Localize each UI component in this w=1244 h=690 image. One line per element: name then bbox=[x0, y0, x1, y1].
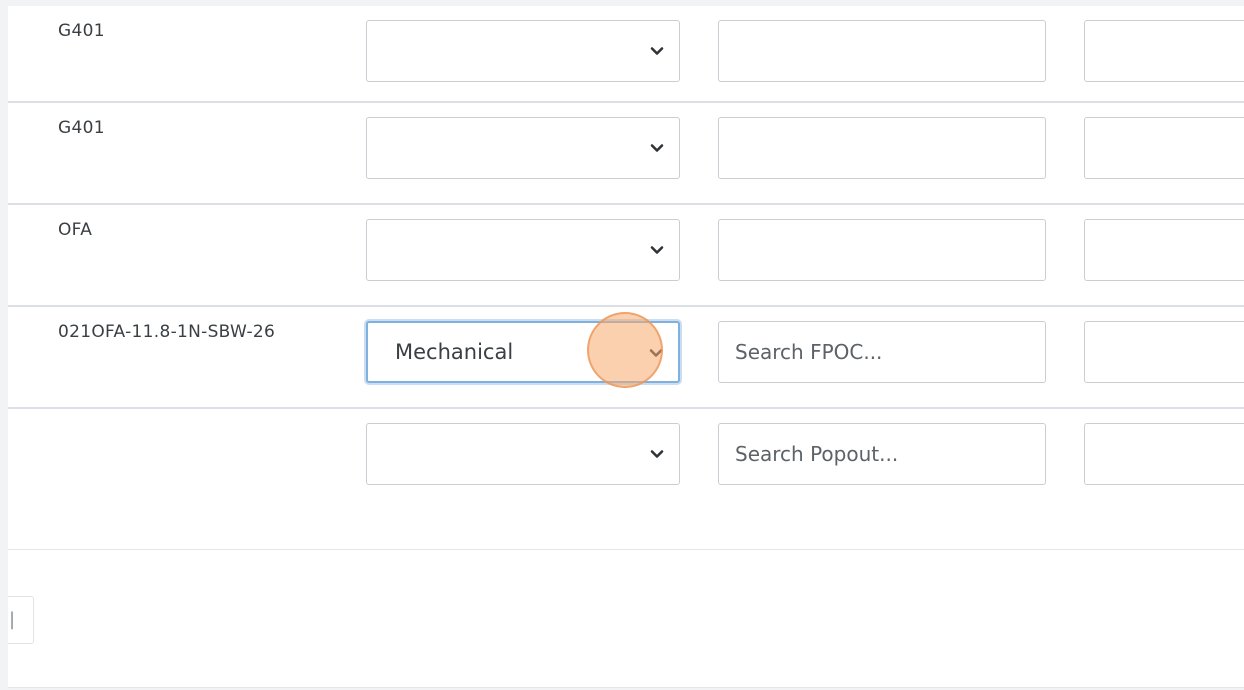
row-label: G401 bbox=[58, 21, 105, 41]
extra-field[interactable] bbox=[1084, 321, 1244, 383]
table-row: G401 bbox=[8, 103, 1244, 205]
row-label: 021OFA-11.8-1N-SBW-26 bbox=[58, 322, 276, 342]
bottom-divider bbox=[8, 687, 1244, 688]
pagination-button[interactable]: | bbox=[8, 596, 34, 644]
extra-field[interactable] bbox=[1084, 219, 1244, 281]
category-select[interactable] bbox=[366, 219, 680, 281]
search-input[interactable] bbox=[718, 20, 1046, 82]
row-label: OFA bbox=[58, 220, 93, 240]
extra-field[interactable] bbox=[1084, 117, 1244, 179]
popout-search-input[interactable] bbox=[718, 423, 1046, 485]
category-select[interactable] bbox=[366, 117, 680, 179]
table-row: OFA bbox=[8, 205, 1244, 307]
category-select[interactable] bbox=[366, 20, 680, 82]
chevron-down-icon bbox=[650, 246, 664, 254]
extra-field[interactable] bbox=[1084, 423, 1244, 485]
table-row: G401 bbox=[8, 6, 1244, 103]
table-row: 021OFA-11.8-1N-SBW-26 Mechanical bbox=[8, 307, 1244, 409]
table-row bbox=[8, 409, 1244, 550]
chevron-down-icon bbox=[649, 349, 663, 357]
search-input[interactable] bbox=[718, 219, 1046, 281]
extra-field[interactable] bbox=[1084, 20, 1244, 82]
row-label: G401 bbox=[58, 118, 105, 138]
section-divider bbox=[8, 549, 1244, 550]
chevron-down-icon bbox=[650, 144, 664, 152]
fpoc-search-input[interactable] bbox=[718, 321, 1046, 383]
chevron-down-icon bbox=[650, 47, 664, 55]
chevron-down-icon bbox=[650, 450, 664, 458]
pagination-glyph: | bbox=[9, 609, 16, 630]
search-input[interactable] bbox=[718, 117, 1046, 179]
form-page: G401 G401 OFA 021OFA-11.8-1N-SBW-26 Mech… bbox=[8, 6, 1244, 688]
category-select[interactable]: Mechanical bbox=[366, 321, 680, 383]
select-value: Mechanical bbox=[395, 340, 514, 364]
category-select[interactable] bbox=[366, 423, 680, 485]
